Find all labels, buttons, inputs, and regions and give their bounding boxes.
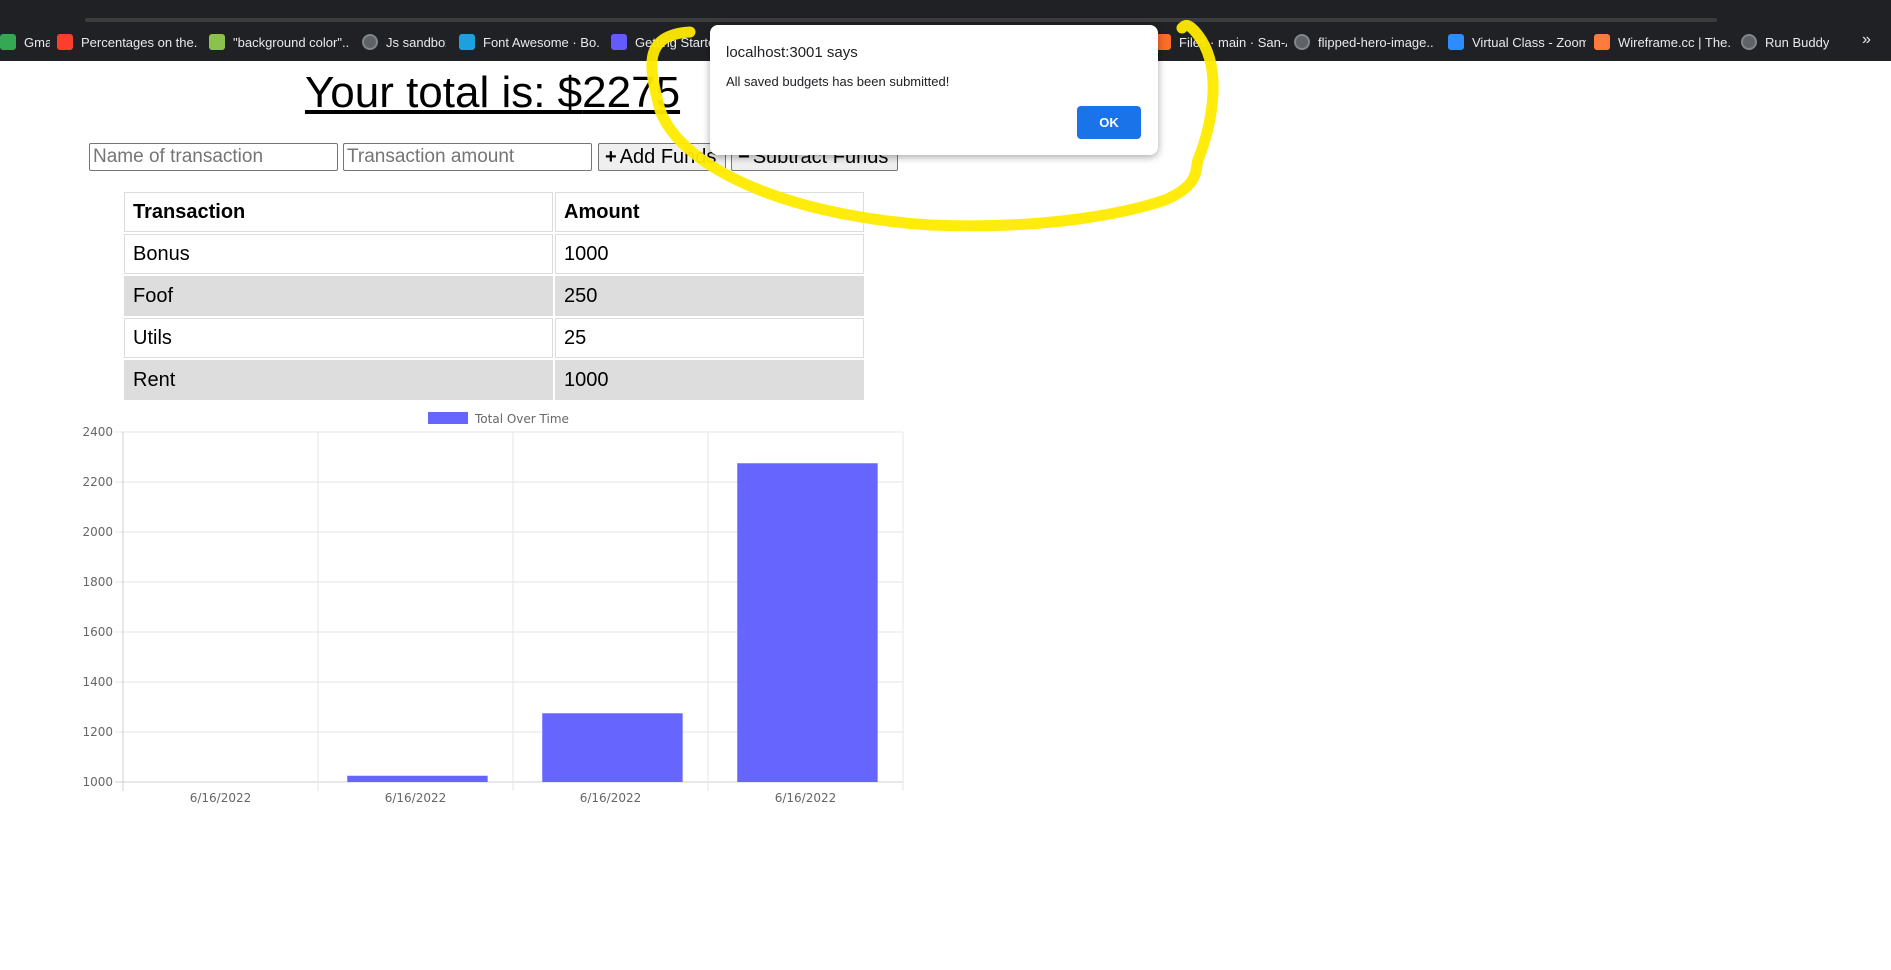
y-tick-label: 2400 — [82, 425, 113, 439]
transaction-name-input[interactable] — [89, 143, 338, 171]
y-tick-label: 2000 — [82, 525, 113, 539]
bookmark-item[interactable]: Virtual Class - Zoom — [1448, 31, 1586, 53]
total-value: 2275 — [582, 68, 681, 117]
khan-academy-icon — [57, 34, 73, 50]
bookmark-label: Files · main · San-A... — [1179, 34, 1287, 50]
chart-bar — [347, 775, 488, 782]
total-over-time-chart: 1000 1200 1400 1600 1800 2000 2200 2400 6/16/202… — [82, 412, 904, 805]
table-row: Bonus 1000 — [124, 234, 864, 274]
transaction-name-cell: Foof — [124, 276, 553, 316]
table-row: Foof 250 — [124, 276, 864, 316]
header-amount: Amount — [555, 192, 864, 232]
add-funds-label: Add Funds — [619, 145, 717, 168]
more-bookmarks-chevron-icon[interactable]: » — [1862, 31, 1871, 49]
bookmark-label: Gmail — [24, 34, 50, 50]
bootstrap-icon — [459, 34, 475, 50]
transaction-amount-cell: 1000 — [555, 234, 864, 274]
bookmark-label: Run Buddy — [1765, 34, 1830, 50]
bookmark-item[interactable]: Gmail — [0, 31, 50, 53]
transaction-name-cell: Bonus — [124, 234, 553, 274]
chart-bar — [737, 463, 878, 782]
y-tick-label: 1400 — [82, 675, 113, 689]
bookmark-label: Wireframe.cc | The... — [1618, 34, 1732, 50]
stripe-icon — [611, 34, 627, 50]
bookmark-label: flipped-hero-image... — [1318, 34, 1434, 50]
bookmark-item[interactable]: Js sandbox — [362, 31, 446, 53]
bookmark-label: "background color"... — [233, 34, 349, 50]
add-funds-button[interactable]: + Add Funds — [598, 143, 726, 171]
gmail-icon — [0, 34, 16, 50]
bookmark-item[interactable]: Font Awesome · Bo... — [459, 31, 599, 53]
header-transaction: Transaction — [124, 192, 553, 232]
x-tick-label: 6/16/2022 — [385, 791, 447, 805]
address-bar-edge — [85, 18, 1717, 22]
legend-swatch — [428, 412, 468, 424]
bookmark-item[interactable]: Wireframe.cc | The... — [1594, 31, 1732, 53]
x-tick-label: 6/16/2022 — [775, 791, 837, 805]
bookmark-item[interactable]: "background color"... — [209, 31, 349, 53]
globe-icon — [1294, 34, 1310, 50]
alert-dialog: localhost:3001 says All saved budgets ha… — [710, 25, 1158, 155]
y-tick-label: 2200 — [82, 475, 113, 489]
bookmark-item[interactable]: flipped-hero-image... — [1294, 31, 1434, 53]
transaction-amount-cell: 1000 — [555, 360, 864, 400]
bookmark-label: Virtual Class - Zoom — [1472, 34, 1586, 50]
dialog-message: All saved budgets has been submitted! — [726, 74, 950, 89]
x-tick-label: 6/16/2022 — [190, 791, 252, 805]
page-root: Gmail Percentages on the... "background co… — [0, 0, 1891, 970]
globe-icon — [1741, 34, 1757, 50]
transactions-table: Transaction Amount Bonus 1000 Foof 250 U… — [122, 190, 866, 402]
bookmark-label: Getting Started — [635, 34, 711, 50]
zoom-icon — [1448, 34, 1464, 50]
y-tick-label: 1000 — [82, 775, 113, 789]
transaction-amount-cell: 25 — [555, 318, 864, 358]
x-tick-label: 6/16/2022 — [580, 791, 642, 805]
bookmark-item[interactable]: Percentages on the... — [57, 31, 197, 53]
table-row: Rent 1000 — [124, 360, 864, 400]
bookmark-item[interactable]: Getting Started — [611, 31, 711, 53]
plus-icon: + — [605, 145, 617, 168]
y-tick-label: 1800 — [82, 575, 113, 589]
transaction-name-cell: Rent — [124, 360, 553, 400]
y-tick-label: 1600 — [82, 625, 113, 639]
transaction-name-cell: Utils — [124, 318, 553, 358]
y-tick-label: 1200 — [82, 725, 113, 739]
table-header-row: Transaction Amount — [124, 192, 864, 232]
bookmark-item[interactable]: Files · main · San-A... — [1155, 31, 1287, 53]
dialog-title: localhost:3001 says — [726, 44, 858, 61]
bookmark-label: Font Awesome · Bo... — [483, 34, 599, 50]
total-label: Your total is: $ — [304, 68, 583, 117]
table-row: Utils 25 — [124, 318, 864, 358]
image-icon — [209, 34, 225, 50]
bookmark-item[interactable]: Run Buddy — [1741, 31, 1831, 53]
bookmark-label: Js sandbox — [386, 34, 446, 50]
legend-label: Total Over Time — [474, 412, 569, 426]
ok-button[interactable]: OK — [1077, 106, 1141, 139]
chart-bar — [542, 713, 683, 782]
globe-icon — [362, 34, 378, 50]
wireframe-icon — [1594, 34, 1610, 50]
transaction-amount-cell: 250 — [555, 276, 864, 316]
transaction-amount-input[interactable] — [343, 143, 592, 171]
bookmark-label: Percentages on the... — [81, 34, 197, 50]
